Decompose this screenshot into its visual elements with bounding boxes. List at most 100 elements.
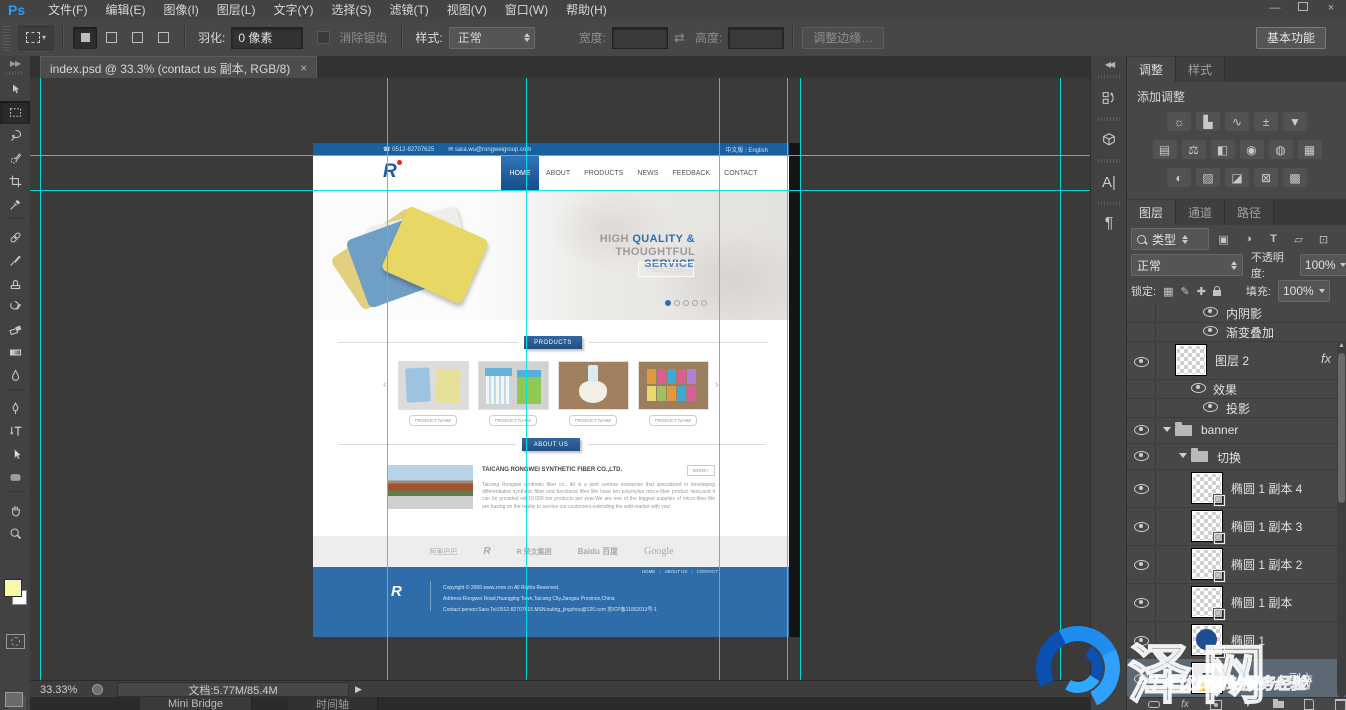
path-selection-tool[interactable] <box>0 443 30 466</box>
selection-intersect-button[interactable] <box>151 27 175 49</box>
tab-layers[interactable]: 图层 <box>1127 200 1176 225</box>
history-brush-tool[interactable] <box>0 295 30 318</box>
refine-edge-button[interactable]: 调整边缘… <box>802 27 884 49</box>
screen-mode-button[interactable] <box>5 692 23 707</box>
document-tab[interactable]: index.psd @ 33.3% (contact us 副本, RGB/8)… <box>40 56 317 79</box>
properties-panel-icon[interactable] <box>1091 125 1127 155</box>
menu-item-file[interactable]: 文件(F) <box>39 1 96 18</box>
quick-mask-button[interactable] <box>6 634 25 649</box>
guide-vertical-4[interactable] <box>719 78 720 680</box>
eye-icon[interactable] <box>1203 402 1218 412</box>
exposure-icon[interactable]: ± <box>1254 112 1278 131</box>
rectangular-marquee-tool[interactable] <box>0 101 30 124</box>
eye-icon[interactable] <box>1134 674 1149 684</box>
menu-item-type[interactable]: 文字(Y) <box>264 1 322 18</box>
new-group-icon[interactable] <box>1271 699 1285 710</box>
shape-layer-thumbnail[interactable] <box>1191 548 1223 580</box>
adjustment-layer-icon[interactable]: ◑ <box>1240 699 1254 710</box>
eye-icon[interactable] <box>1134 451 1149 461</box>
lock-transparency-icon[interactable]: ▦ <box>1163 285 1173 298</box>
tab-mini-bridge[interactable]: Mini Bridge <box>140 697 252 710</box>
new-layer-icon[interactable] <box>1302 699 1316 710</box>
collapse-dock-icon[interactable]: ◀◀ <box>1091 56 1127 71</box>
tool-preset-picker[interactable]: ▾ <box>18 26 54 50</box>
foreground-color-swatch[interactable] <box>5 580 21 596</box>
restore-icon[interactable] <box>1292 2 1314 14</box>
menu-item-window[interactable]: 窗口(W) <box>496 1 557 18</box>
guide-vertical-5[interactable] <box>787 78 788 680</box>
menu-item-view[interactable]: 视图(V) <box>438 1 496 18</box>
height-input[interactable] <box>728 27 784 49</box>
curves-icon[interactable]: ∿ <box>1225 112 1249 131</box>
layer-mask-icon[interactable] <box>1209 699 1223 710</box>
collapse-triangle-icon[interactable] <box>1163 427 1171 432</box>
lock-pixels-icon[interactable]: ✎ <box>1180 285 1189 298</box>
menu-item-filter[interactable]: 滤镜(T) <box>380 1 437 18</box>
shape-layer-thumbnail[interactable] <box>1191 586 1223 618</box>
filter-smart-objects-icon[interactable]: ⊡ <box>1315 231 1332 248</box>
eye-icon[interactable] <box>1134 357 1149 367</box>
guide-vertical-7[interactable] <box>1060 78 1061 680</box>
guide-vertical-2[interactable] <box>387 78 388 680</box>
selection-add-button[interactable] <box>99 27 123 49</box>
paragraph-panel-icon[interactable]: ¶ <box>1091 209 1127 239</box>
eye-icon[interactable] <box>1134 425 1149 435</box>
layer-row-ellipse-copy2[interactable]: 椭圆 1 副本 2 <box>1127 545 1346 584</box>
history-panel-icon[interactable] <box>1091 83 1127 113</box>
guide-horizontal-2[interactable] <box>30 190 1090 191</box>
filter-pixel-layers-icon[interactable]: ▣ <box>1215 231 1232 248</box>
layer-row-ellipse-copy4[interactable]: 椭圆 1 副本 4 <box>1127 469 1346 508</box>
scroll-up-icon[interactable]: ▲ <box>1338 342 1345 349</box>
selection-subtract-button[interactable] <box>125 27 149 49</box>
swap-dimensions-icon[interactable]: ⇄ <box>674 30 685 46</box>
type-tool[interactable] <box>0 420 30 443</box>
tab-close-icon[interactable]: × <box>300 61 307 75</box>
crop-tool[interactable] <box>0 170 30 193</box>
scrollbar-thumb[interactable] <box>1338 353 1345 503</box>
eye-icon[interactable] <box>1134 636 1149 646</box>
shape-layer-thumbnail[interactable] <box>1191 472 1223 504</box>
menu-item-edit[interactable]: 编辑(E) <box>96 1 154 18</box>
levels-icon[interactable]: ▙ <box>1196 112 1220 131</box>
status-menu-arrow-icon[interactable]: ▶ <box>355 684 362 695</box>
posterize-icon[interactable]: ▨ <box>1196 168 1220 187</box>
tab-paths[interactable]: 路径 <box>1225 200 1274 225</box>
clone-stamp-tool[interactable] <box>0 272 30 295</box>
selection-new-button[interactable] <box>73 27 97 49</box>
minimize-icon[interactable]: — <box>1264 2 1286 14</box>
layer-row-ellipse1[interactable]: 椭圆 1 <box>1127 621 1346 660</box>
layers-scrollbar[interactable]: ▲ <box>1337 341 1346 697</box>
gradient-tool[interactable] <box>0 341 30 364</box>
lock-position-icon[interactable]: ✚ <box>1197 285 1206 298</box>
eye-icon[interactable] <box>1191 383 1206 393</box>
blend-mode-dropdown[interactable]: 正常 <box>1131 254 1243 276</box>
move-tool[interactable] <box>0 78 30 101</box>
eye-icon[interactable] <box>1134 484 1149 494</box>
gradient-map-icon[interactable]: ▩ <box>1283 168 1307 187</box>
eye-icon[interactable] <box>1134 522 1149 532</box>
layer-row-contact-us-copy[interactable]: T contact us 副本 <box>1127 659 1346 697</box>
shape-layer-thumbnail[interactable] <box>1191 624 1223 656</box>
invert-icon[interactable]: ◐ <box>1167 168 1191 187</box>
antialias-checkbox[interactable] <box>317 31 330 44</box>
eye-icon[interactable] <box>1203 307 1218 317</box>
vibrance-icon[interactable]: ▼ <box>1283 112 1307 131</box>
eye-icon[interactable] <box>1203 326 1218 336</box>
feather-input[interactable]: 0 像素 <box>231 27 303 49</box>
blur-tool[interactable] <box>0 364 30 387</box>
layer-effects-header-row[interactable]: 效果 <box>1127 379 1346 399</box>
guide-horizontal-1[interactable] <box>30 155 1090 156</box>
filter-shape-layers-icon[interactable]: ▱ <box>1290 231 1307 248</box>
quick-selection-tool[interactable] <box>0 147 30 170</box>
fill-value[interactable]: 100% <box>1278 280 1330 302</box>
layer-row-layer2[interactable]: 图层 2 fx <box>1127 341 1346 380</box>
delete-layer-icon[interactable] <box>1333 699 1346 710</box>
width-input[interactable] <box>612 27 668 49</box>
tab-timeline[interactable]: 时间轴 <box>288 697 378 710</box>
lasso-tool[interactable] <box>0 124 30 147</box>
layer-effect-row-drop-shadow[interactable]: 投影 <box>1127 398 1346 418</box>
photo-filter-icon[interactable]: ◉ <box>1240 140 1264 159</box>
layer-row-ellipse-copy3[interactable]: 椭圆 1 副本 3 <box>1127 507 1346 546</box>
menu-item-help[interactable]: 帮助(H) <box>557 1 616 18</box>
shape-layer-thumbnail[interactable] <box>1191 510 1223 542</box>
